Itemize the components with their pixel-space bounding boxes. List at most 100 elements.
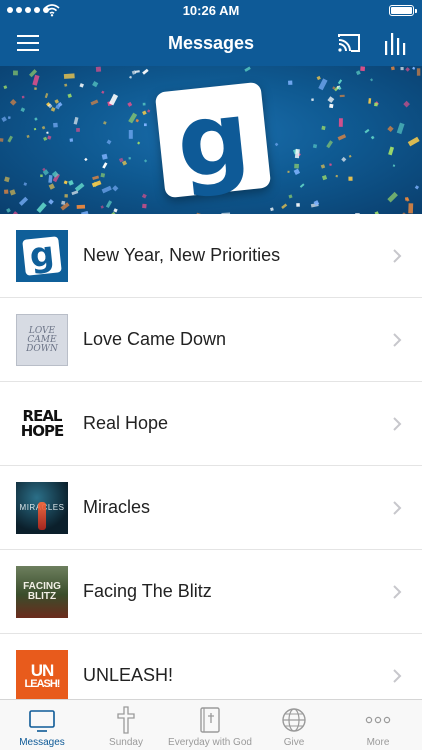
list-item-title: Love Came Down	[83, 329, 227, 349]
confetti-piece	[329, 103, 334, 109]
confetti-piece	[92, 175, 100, 181]
confetti-piece	[90, 99, 99, 106]
confetti-piece	[0, 138, 4, 142]
confetti-piece	[288, 194, 293, 199]
tab-everyday-with-god[interactable]: Everyday with God	[168, 700, 252, 750]
confetti-piece	[326, 140, 333, 149]
list-item[interactable]: REAL HOPE Real Hope	[0, 382, 422, 466]
confetti-piece	[341, 156, 347, 162]
tab-bar: Messages Sunday Everyday with God Give M…	[0, 699, 422, 750]
nav-bar: Messages	[0, 22, 422, 66]
bible-icon	[200, 707, 220, 733]
confetti-piece	[274, 142, 279, 147]
cross-icon	[117, 706, 135, 734]
series-thumbnail: MIRACLES	[16, 482, 68, 534]
tab-sunday[interactable]: Sunday	[84, 700, 168, 750]
confetti-piece	[100, 172, 106, 178]
confetti-piece	[101, 153, 108, 160]
confetti-piece	[79, 83, 84, 88]
more-icon	[365, 716, 391, 724]
confetti-piece	[142, 102, 146, 106]
confetti-piece	[61, 200, 66, 205]
battery-icon	[389, 5, 417, 16]
confetti-piece	[7, 135, 13, 143]
confetti-piece	[388, 146, 395, 156]
confetti-piece	[412, 66, 416, 70]
series-thumbnail: LOVE CAME DOWN	[16, 314, 68, 366]
confetti-piece	[414, 185, 420, 190]
confetti-piece	[64, 83, 68, 87]
confetti-piece	[143, 159, 148, 163]
confetti-piece	[32, 74, 40, 86]
chevron-right-icon	[393, 669, 402, 683]
list-item[interactable]: MIRACLES Miracles	[0, 466, 422, 550]
tab-give[interactable]: Give	[252, 700, 336, 750]
confetti-piece	[100, 205, 104, 209]
confetti-piece	[294, 163, 299, 169]
confetti-piece	[141, 193, 147, 199]
confetti-piece	[408, 203, 414, 214]
confetti-piece	[364, 128, 370, 134]
confetti-piece	[71, 190, 79, 196]
tab-messages[interactable]: Messages	[0, 700, 84, 750]
list-item[interactable]: UN LEASH! UNLEASH!	[0, 634, 422, 699]
confetti-piece	[105, 200, 113, 209]
confetti-piece	[106, 139, 112, 145]
chevron-right-icon	[393, 333, 402, 347]
confetti-piece	[7, 116, 11, 120]
series-banner: g	[0, 66, 422, 214]
confetti-piece	[26, 134, 30, 139]
confetti-piece	[299, 183, 305, 188]
confetti-piece	[41, 125, 46, 130]
confetti-piece	[20, 107, 26, 113]
list-item-title: Real Hope	[83, 413, 169, 433]
equalizer-icon[interactable]	[384, 31, 406, 55]
confetti-piece	[91, 180, 102, 188]
list-item[interactable]: FACING BLITZ Facing The Blitz	[0, 550, 422, 634]
confetti-piece	[318, 78, 328, 91]
confetti-piece	[360, 66, 366, 72]
confetti-piece	[9, 98, 17, 106]
globe-icon	[282, 708, 306, 732]
confetti-piece	[92, 81, 99, 88]
confetti-piece	[311, 98, 314, 102]
series-thumbnail: UN LEASH!	[16, 650, 68, 699]
chevron-right-icon	[393, 585, 402, 599]
confetti-piece	[101, 185, 112, 194]
confetti-piece	[329, 163, 332, 166]
confetti-piece	[102, 162, 108, 169]
confetti-piece	[103, 121, 107, 125]
confetti-piece	[84, 157, 88, 162]
list-item-title: New Year, New Priorities	[83, 245, 281, 265]
confetti-piece	[34, 87, 37, 91]
confetti-piece	[64, 194, 68, 198]
confetti-piece	[54, 99, 60, 104]
confetti-piece	[47, 135, 52, 140]
confetti-piece	[9, 189, 16, 196]
cast-icon[interactable]	[337, 32, 361, 54]
confetti-piece	[374, 102, 378, 107]
confetti-piece	[288, 80, 293, 85]
confetti-piece	[405, 67, 410, 72]
confetti-piece	[67, 93, 72, 98]
tab-more[interactable]: More	[336, 700, 420, 750]
confetti-piece	[128, 130, 133, 139]
confetti-piece	[1, 116, 7, 123]
list-item[interactable]: g New Year, New Priorities	[0, 214, 422, 298]
confetti-piece	[407, 136, 420, 147]
confetti-piece	[127, 101, 133, 107]
confetti-piece	[34, 117, 38, 121]
confetti-piece	[76, 128, 80, 132]
series-thumbnail: g	[16, 230, 68, 282]
confetti-piece	[113, 208, 118, 213]
monitor-icon	[29, 710, 55, 732]
confetti-piece	[118, 157, 124, 163]
chevron-right-icon	[393, 501, 402, 515]
confetti-piece	[3, 85, 8, 90]
confetti-piece	[339, 94, 345, 98]
confetti-piece	[403, 100, 410, 108]
confetti-piece	[147, 109, 151, 113]
list-item[interactable]: LOVE CAME DOWN Love Came Down	[0, 298, 422, 382]
confetti-piece	[128, 112, 138, 124]
confetti-piece	[392, 164, 396, 167]
